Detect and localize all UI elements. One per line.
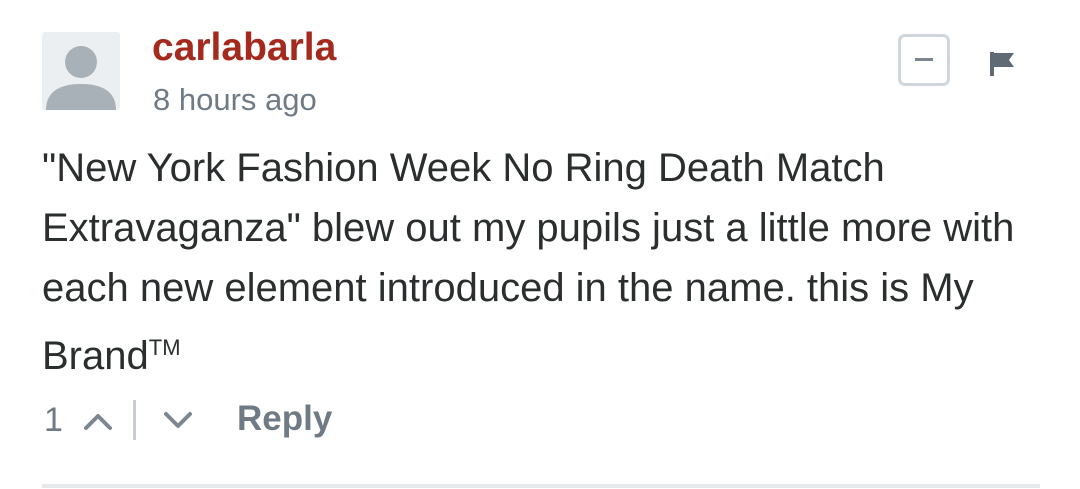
reply-button[interactable]: Reply (237, 398, 332, 440)
vote-count: 1 (44, 401, 63, 439)
comment: carlabarla 8 hours ago "New York Fashion… (0, 0, 1080, 489)
comment-timestamp[interactable]: 8 hours ago (153, 82, 317, 118)
comment-message: "New York Fashion Week No Ring Death Mat… (42, 138, 1052, 386)
collapse-button[interactable] (898, 34, 950, 86)
minus-icon (915, 58, 933, 61)
user-avatar-icon (42, 32, 120, 110)
comment-separator (42, 484, 1040, 488)
chevron-up-icon[interactable] (82, 406, 114, 434)
trademark-symbol: TM (148, 335, 181, 360)
comment-message-text: "New York Fashion Week No Ring Death Mat… (42, 146, 1015, 378)
avatar[interactable] (42, 32, 120, 110)
flag-icon[interactable] (988, 50, 1016, 78)
chevron-down-icon[interactable] (162, 406, 194, 434)
vote-divider (133, 400, 136, 440)
comment-author[interactable]: carlabarla (152, 26, 336, 70)
